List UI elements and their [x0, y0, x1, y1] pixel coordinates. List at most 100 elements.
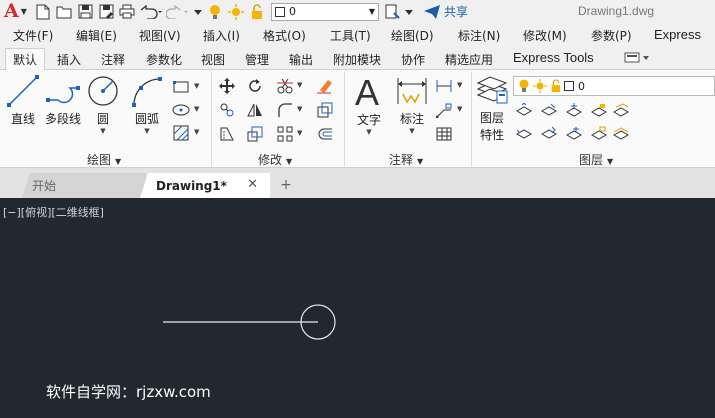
- chevron-down-icon[interactable]: ▼: [457, 105, 462, 113]
- chevron-down-icon[interactable]: ▼: [297, 105, 302, 113]
- menu-draw[interactable]: 绘图(D): [391, 27, 434, 44]
- menu-edit[interactable]: 编辑(E): [76, 27, 117, 44]
- drawing-canvas[interactable]: [−][俯视][二维线框] 软件自学网：rjzxw.com: [0, 198, 715, 418]
- share-button[interactable]: 共享: [424, 3, 468, 20]
- layer-thaw-icon[interactable]: [565, 124, 583, 142]
- menu-format[interactable]: 格式(O): [263, 27, 306, 44]
- leader-icon[interactable]: [435, 101, 453, 119]
- chevron-down-icon[interactable]: [405, 3, 413, 21]
- stretch-icon[interactable]: [218, 125, 236, 143]
- arc-label: 圆弧: [134, 112, 159, 126]
- offset-icon[interactable]: [316, 125, 334, 143]
- chevron-down-icon[interactable]: ▼: [297, 129, 302, 137]
- menu-tools[interactable]: 工具(T): [330, 27, 371, 44]
- chevron-down-icon[interactable]: ▼: [144, 127, 149, 135]
- layer-match-icon[interactable]: [612, 101, 630, 119]
- tab-default[interactable]: 默认: [5, 48, 46, 71]
- menu-file[interactable]: 文件(F): [13, 27, 53, 44]
- text-button[interactable]: A 文字 ▼: [353, 73, 385, 136]
- quick-access-dropdown-icon[interactable]: [193, 3, 203, 21]
- scale-icon[interactable]: [246, 125, 264, 143]
- menu-view[interactable]: 视图(V): [139, 27, 181, 44]
- layer-properties-button[interactable]: 图层 特性: [476, 75, 508, 143]
- layer-off-icon[interactable]: [515, 101, 533, 119]
- chevron-down-icon[interactable]: ▼: [366, 128, 371, 136]
- new-icon[interactable]: [34, 3, 52, 21]
- menu-express[interactable]: Express: [654, 27, 701, 42]
- ellipse-icon[interactable]: [172, 101, 190, 119]
- move-icon[interactable]: [218, 77, 236, 95]
- menu-insert[interactable]: 插入(I): [203, 27, 240, 44]
- layer-state-icon[interactable]: [384, 3, 402, 21]
- tab-annotate[interactable]: 注释: [101, 51, 125, 68]
- layer-isolate-icon[interactable]: [540, 101, 558, 119]
- close-icon[interactable]: ✕: [247, 177, 258, 192]
- dimension-button[interactable]: 标注 ▼: [395, 76, 429, 135]
- draw-panel-title[interactable]: 绘图 ▼: [87, 151, 121, 168]
- layer-sun-icon[interactable]: [227, 3, 245, 21]
- tab-start[interactable]: 开始: [22, 173, 146, 198]
- undo-icon[interactable]: [139, 3, 163, 21]
- layer-lock-icon: [551, 79, 561, 92]
- tab-manage[interactable]: 管理: [245, 51, 269, 68]
- array-icon[interactable]: [276, 125, 294, 143]
- hatch-icon[interactable]: [172, 124, 190, 142]
- layer-lock-icon[interactable]: [248, 3, 266, 21]
- polyline-icon: [46, 86, 80, 104]
- layer-unlock-icon[interactable]: [590, 124, 608, 142]
- saveas-icon[interactable]: [97, 3, 115, 21]
- ribbon-minimize-button[interactable]: [620, 51, 650, 65]
- layers-panel-title[interactable]: 图层 ▼: [579, 151, 613, 168]
- chevron-down-icon[interactable]: ▼: [194, 128, 199, 136]
- chevron-down-icon[interactable]: ▼: [457, 81, 462, 89]
- layer-control-dropdown[interactable]: 0: [513, 76, 715, 96]
- tab-insert[interactable]: 插入: [57, 51, 81, 68]
- tab-collaborate[interactable]: 协作: [401, 51, 425, 68]
- polyline-button[interactable]: 多段线: [44, 74, 82, 127]
- table-icon[interactable]: [435, 125, 453, 143]
- layer-lock-small-icon[interactable]: [590, 101, 608, 119]
- modify-panel-title[interactable]: 修改 ▼: [258, 151, 292, 168]
- save-icon[interactable]: [76, 3, 94, 21]
- chevron-down-icon[interactable]: ▼: [194, 82, 199, 90]
- circle-button[interactable]: 圆 ▼: [86, 74, 120, 135]
- app-menu-button[interactable]: A ▼: [0, 0, 34, 23]
- layer-freeze-icon[interactable]: [565, 101, 583, 119]
- line-button[interactable]: 直线: [6, 74, 40, 127]
- menu-modify[interactable]: 修改(M): [523, 27, 567, 44]
- redo-icon[interactable]: [166, 3, 190, 21]
- layer-dropdown[interactable]: 0 ▼: [271, 2, 379, 21]
- tab-view[interactable]: 视图: [201, 51, 225, 68]
- arc-button[interactable]: 圆弧 ▼: [130, 74, 164, 135]
- new-tab-button[interactable]: +: [278, 177, 294, 193]
- erase-icon[interactable]: [316, 77, 334, 95]
- chevron-down-icon[interactable]: ▼: [297, 81, 302, 89]
- tab-featured-apps[interactable]: 精选应用: [445, 51, 493, 68]
- annotation-panel-title[interactable]: 注释 ▼: [389, 151, 423, 168]
- tab-addins[interactable]: 附加模块: [333, 51, 381, 68]
- rotate-icon[interactable]: [246, 77, 264, 95]
- tab-drawing1[interactable]: Drawing1* ✕: [140, 173, 270, 198]
- layer-walk-icon[interactable]: [540, 124, 558, 142]
- chevron-down-icon[interactable]: ▼: [100, 127, 105, 135]
- mirror-icon[interactable]: [246, 101, 264, 119]
- chevron-down-icon[interactable]: ▼: [409, 127, 414, 135]
- menu-dimension[interactable]: 标注(N): [458, 27, 500, 44]
- svg-text:A: A: [355, 73, 379, 109]
- explode-icon[interactable]: [316, 101, 334, 119]
- chevron-down-icon[interactable]: ▼: [194, 105, 199, 113]
- trim-icon[interactable]: [276, 77, 294, 95]
- layer-merge-icon[interactable]: [612, 124, 630, 142]
- linear-dimension-icon[interactable]: [435, 77, 453, 95]
- tab-parametric[interactable]: 参数化: [146, 51, 182, 68]
- print-icon[interactable]: [118, 3, 136, 21]
- tab-output[interactable]: 输出: [289, 51, 313, 68]
- tab-express-tools[interactable]: Express Tools: [513, 50, 594, 65]
- menu-parametric[interactable]: 参数(P): [591, 27, 632, 44]
- rectangle-icon[interactable]: [172, 78, 190, 96]
- layer-bulb-icon[interactable]: [206, 3, 224, 21]
- copy-icon[interactable]: [218, 101, 236, 119]
- open-icon[interactable]: [55, 3, 73, 21]
- layer-current-icon[interactable]: [515, 124, 533, 142]
- fillet-icon[interactable]: [276, 101, 294, 119]
